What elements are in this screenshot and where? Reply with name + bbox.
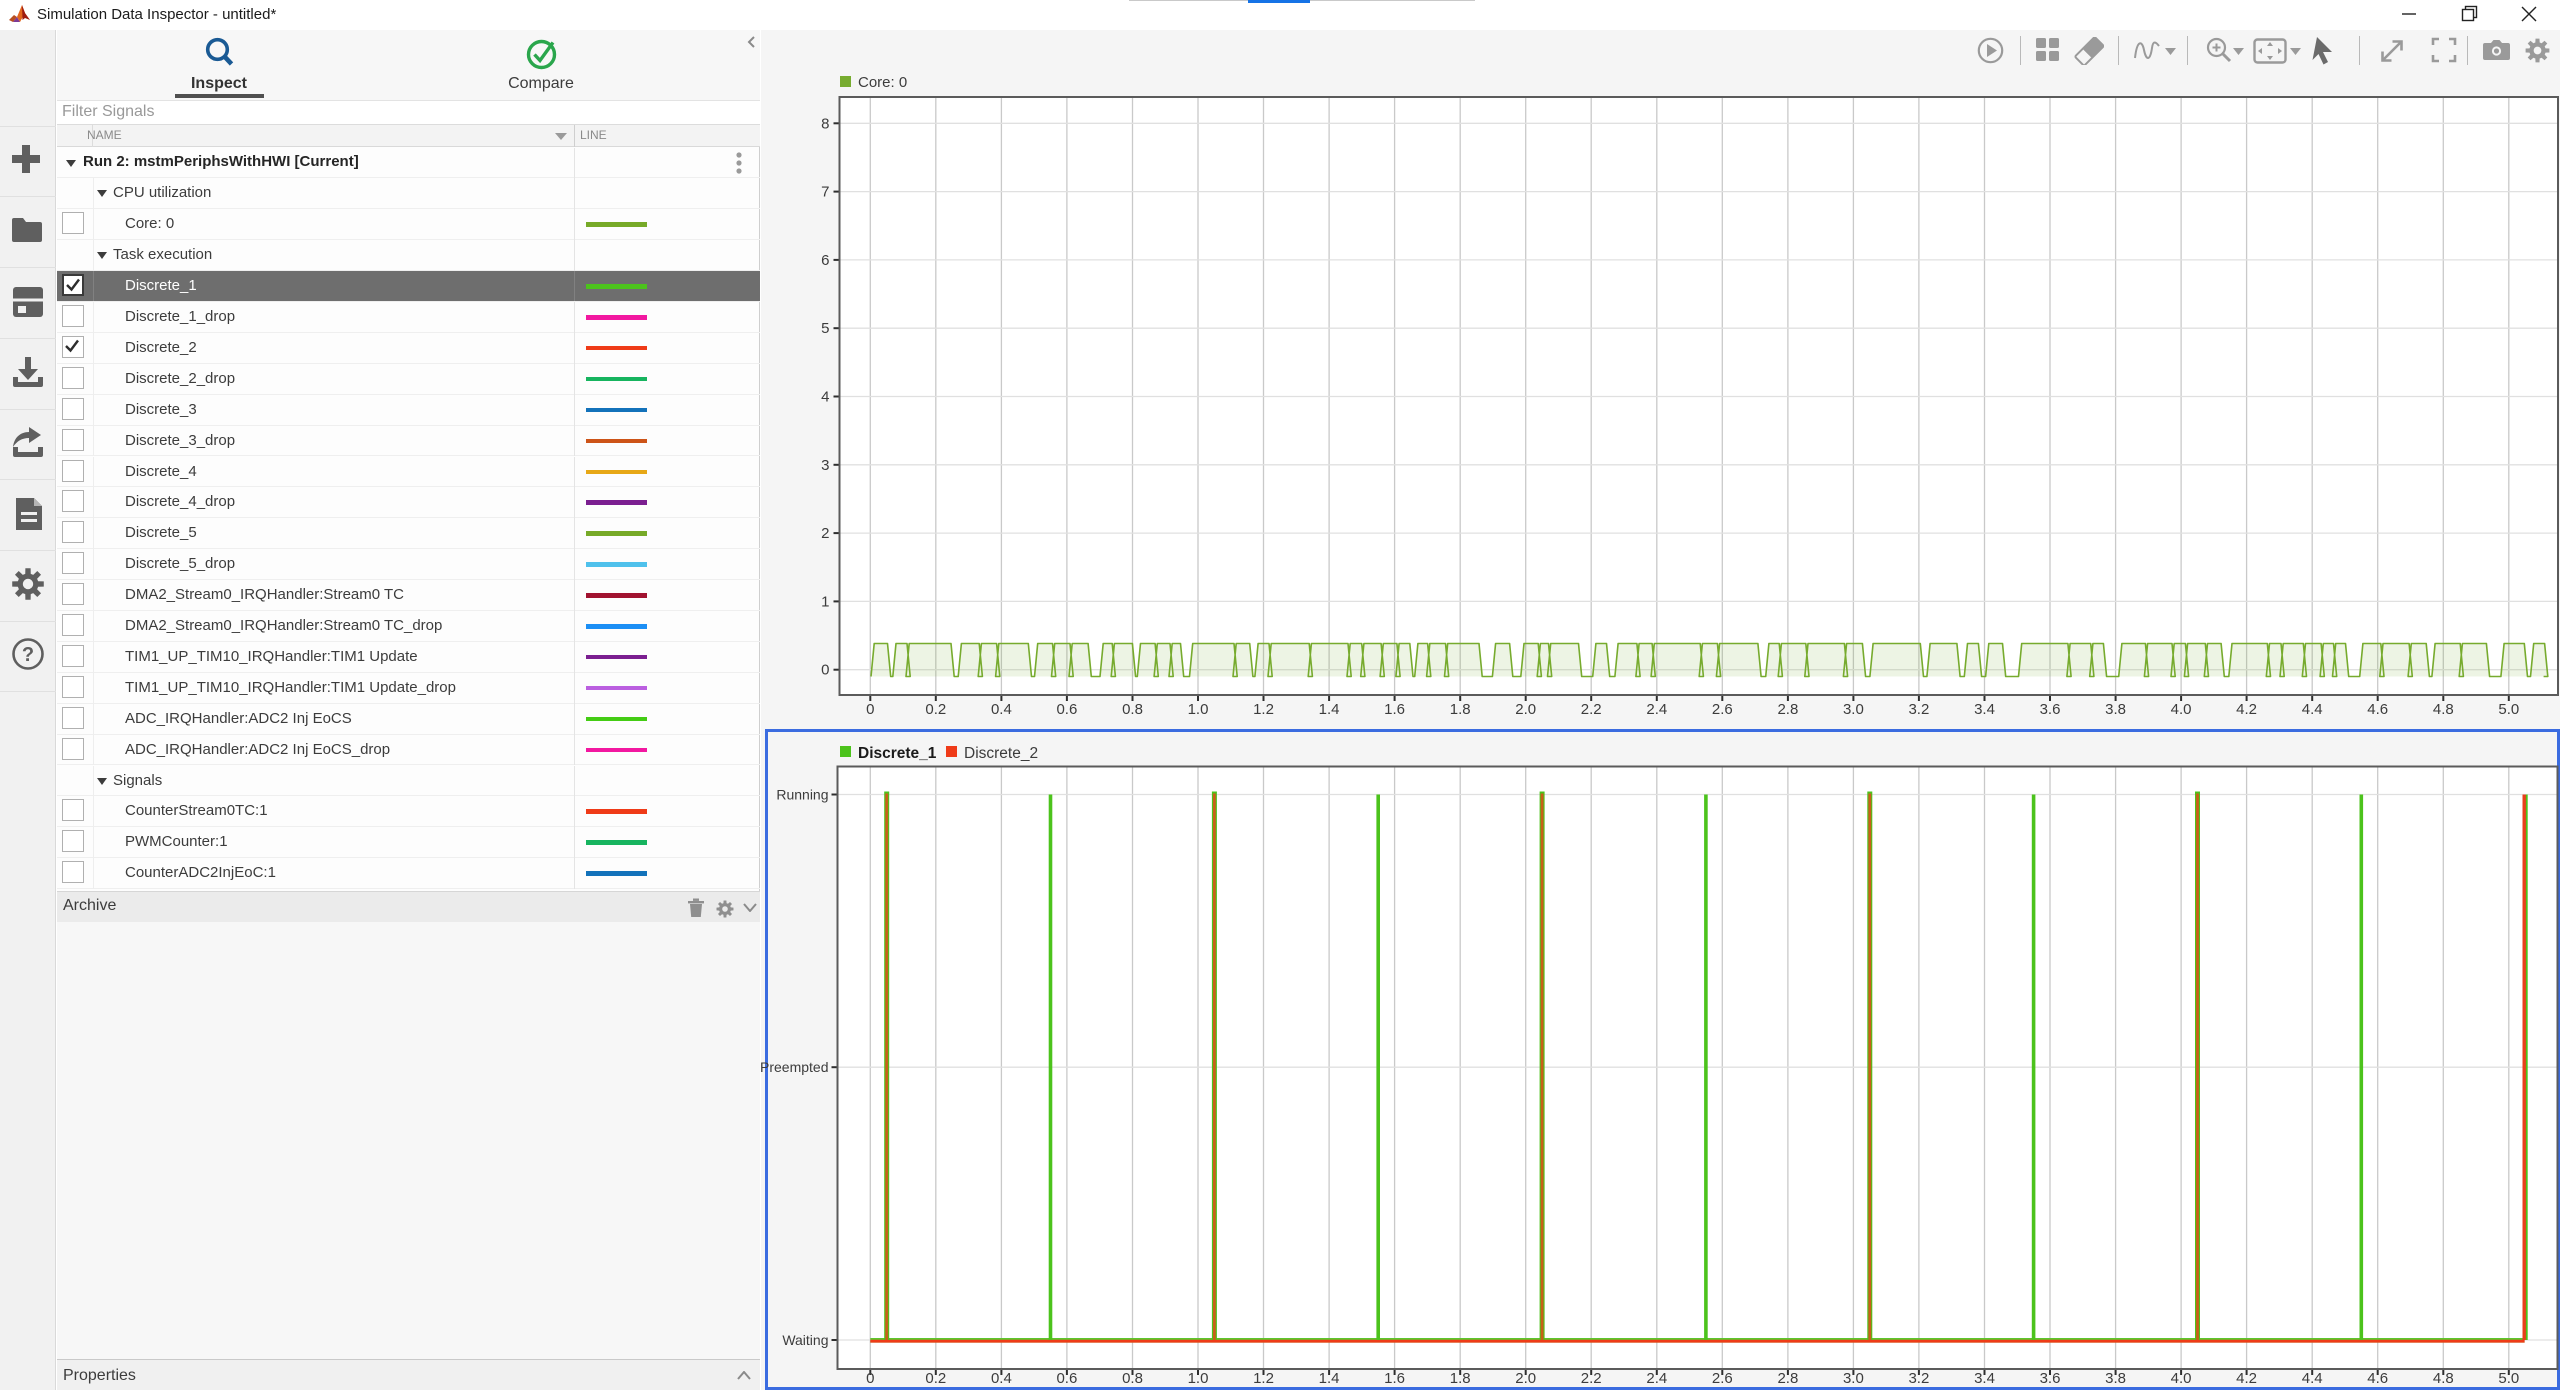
- svg-text:4.8: 4.8: [2433, 701, 2454, 718]
- svg-text:6: 6: [821, 252, 829, 269]
- svg-text:2.6: 2.6: [1712, 1370, 1733, 1387]
- svg-text:Waiting: Waiting: [782, 1332, 828, 1348]
- svg-text:1.4: 1.4: [1319, 701, 1340, 718]
- svg-text:3.8: 3.8: [2105, 701, 2126, 718]
- svg-text:1.2: 1.2: [1253, 701, 1274, 718]
- svg-text:8: 8: [821, 115, 829, 132]
- svg-text:1: 1: [821, 593, 829, 610]
- svg-text:2.2: 2.2: [1581, 701, 1602, 718]
- svg-text:2.8: 2.8: [1777, 701, 1798, 718]
- svg-text:0.4: 0.4: [991, 701, 1012, 718]
- svg-text:4.0: 4.0: [2171, 1370, 2192, 1387]
- svg-text:4.6: 4.6: [2367, 1370, 2388, 1387]
- svg-text:2.0: 2.0: [1515, 1370, 1536, 1387]
- svg-text:3.8: 3.8: [2105, 1370, 2126, 1387]
- svg-text:3: 3: [821, 457, 829, 474]
- svg-text:0: 0: [821, 662, 829, 679]
- svg-text:2.4: 2.4: [1646, 1370, 1667, 1387]
- svg-text:2.4: 2.4: [1646, 701, 1667, 718]
- svg-text:0.4: 0.4: [991, 1370, 1012, 1387]
- svg-text:3.4: 3.4: [1974, 701, 1995, 718]
- svg-text:4.2: 4.2: [2236, 1370, 2257, 1387]
- svg-text:4.0: 4.0: [2171, 701, 2192, 718]
- svg-text:1.6: 1.6: [1384, 701, 1405, 718]
- svg-text:1.0: 1.0: [1188, 701, 1209, 718]
- svg-text:Preempted: Preempted: [760, 1059, 828, 1075]
- svg-text:2.0: 2.0: [1515, 701, 1536, 718]
- svg-text:2.6: 2.6: [1712, 701, 1733, 718]
- svg-text:1.2: 1.2: [1253, 1370, 1274, 1387]
- svg-text:2.8: 2.8: [1777, 1370, 1798, 1387]
- svg-text:1.4: 1.4: [1319, 1370, 1340, 1387]
- svg-text:1.0: 1.0: [1188, 1370, 1209, 1387]
- svg-text:3.6: 3.6: [2040, 701, 2061, 718]
- svg-text:Discrete_2: Discrete_2: [964, 745, 1038, 762]
- svg-text:3.4: 3.4: [1974, 1370, 1995, 1387]
- svg-text:2: 2: [821, 525, 829, 542]
- svg-text:0.6: 0.6: [1056, 1370, 1077, 1387]
- svg-text:5.0: 5.0: [2498, 1370, 2519, 1387]
- svg-text:0.2: 0.2: [925, 1370, 946, 1387]
- svg-text:1.8: 1.8: [1450, 1370, 1471, 1387]
- svg-text:4.8: 4.8: [2433, 1370, 2454, 1387]
- svg-text:3.2: 3.2: [1908, 1370, 1929, 1387]
- svg-text:0.8: 0.8: [1122, 701, 1143, 718]
- svg-text:Core: 0: Core: 0: [858, 74, 907, 91]
- svg-text:4.4: 4.4: [2302, 701, 2323, 718]
- svg-text:1.6: 1.6: [1384, 1370, 1405, 1387]
- svg-text:4: 4: [821, 389, 829, 406]
- svg-text:4.4: 4.4: [2302, 1370, 2323, 1387]
- svg-text:0.8: 0.8: [1122, 1370, 1143, 1387]
- svg-text:4.2: 4.2: [2236, 701, 2257, 718]
- svg-text:3.0: 3.0: [1843, 701, 1864, 718]
- svg-text:1.8: 1.8: [1450, 701, 1471, 718]
- svg-text:5: 5: [821, 320, 829, 337]
- svg-text:Running: Running: [776, 787, 828, 803]
- svg-text:2.2: 2.2: [1581, 1370, 1602, 1387]
- svg-text:Discrete_1: Discrete_1: [858, 745, 937, 762]
- svg-text:5.0: 5.0: [2498, 701, 2519, 718]
- svg-text:0: 0: [866, 1370, 874, 1387]
- svg-text:3.2: 3.2: [1908, 701, 1929, 718]
- svg-text:0.2: 0.2: [925, 701, 946, 718]
- svg-text:0.6: 0.6: [1056, 701, 1077, 718]
- svg-text:7: 7: [821, 184, 829, 201]
- svg-text:3.6: 3.6: [2040, 1370, 2061, 1387]
- svg-text:4.6: 4.6: [2367, 701, 2388, 718]
- svg-text:?: ?: [22, 644, 34, 666]
- svg-text:0: 0: [866, 701, 874, 718]
- svg-text:3.0: 3.0: [1843, 1370, 1864, 1387]
